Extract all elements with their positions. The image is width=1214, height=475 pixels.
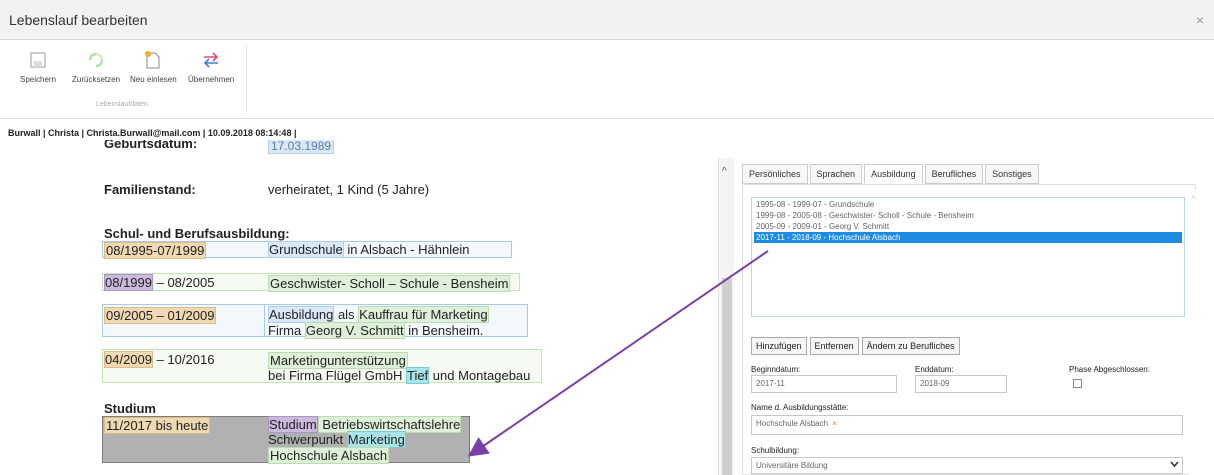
editor-scrollbar[interactable]: ^ [1189, 190, 1203, 475]
begin-date-label: Beginndatum: [751, 365, 801, 374]
entry-date: 04/2009 – 10/2016 [104, 351, 215, 368]
tab-professional[interactable]: Berufliches [924, 164, 984, 184]
phase-completed-label: Phase Abgeschlossen: [1069, 365, 1150, 374]
entry-location: in Alsbach - Hähnlein [343, 242, 470, 257]
apply-button[interactable]: Übernehmen [188, 49, 234, 84]
tab-other[interactable]: Sonstiges [985, 164, 1039, 184]
entry-line: Firma Georg V. Schmitt in Bensheim. [268, 322, 484, 339]
entry-keyword: Tief [405, 367, 430, 384]
schooling-select[interactable]: Universitäre Bildung [751, 457, 1183, 474]
entry-date-start: 04/2009 [104, 351, 153, 368]
study-focus-label: Schwerpunkt [268, 432, 347, 447]
entry-connector: als [334, 307, 359, 322]
scroll-up-icon[interactable]: ^ [1191, 194, 1195, 204]
save-button[interactable]: Speichern [20, 49, 56, 84]
birth-label: Geburtsdatum: [104, 140, 198, 151]
list-item[interactable]: 2005-09 - 2009-01 - Georg V. Schmitt [754, 221, 1182, 232]
schooling-value: Universitäre Bildung [756, 461, 828, 470]
close-icon[interactable]: × [1196, 12, 1204, 28]
ribbon-toolbar: Speichern Zurücksetzen Neu einlesen Über… [0, 41, 1214, 119]
remove-button[interactable]: Entfernen [809, 337, 859, 355]
reload-button-label: Neu einlesen [130, 75, 177, 84]
family-value: verheiratet, 1 Kind (5 Jahre) [268, 182, 430, 197]
title-bar: Lebenslauf bearbeiten × [0, 0, 1214, 40]
study-institution: Hochschule Alsbach [268, 447, 390, 464]
begin-date-field[interactable]: 2017-11 [751, 375, 897, 393]
save-button-label: Speichern [20, 75, 57, 84]
study-date: 11/2017 bis heute [104, 417, 211, 434]
window-title: Lebenslauf bearbeiten [9, 12, 148, 28]
tab-education[interactable]: Ausbildung [864, 164, 923, 184]
entry-text: Grundschule in Alsbach - Hähnlein [268, 241, 470, 258]
tab-bar: Persönliches Sprachen Ausbildung Berufli… [742, 164, 1039, 184]
family-label: Familienstand: [104, 182, 196, 197]
institution-value: Hochschule Alsbach [756, 419, 829, 428]
entry-school: Geschwister- Scholl – Schule - Bensheim [268, 275, 511, 292]
entry-profession: Kauffrau für Marketing [358, 306, 489, 323]
entry-date-end: – 08/2005 [153, 275, 215, 290]
entry-type: Ausbildung [268, 306, 335, 323]
list-item[interactable]: 1999-08 - 2005-08 - Geschwister- Scholl … [754, 210, 1182, 221]
entry-prefix: Firma [268, 323, 305, 338]
birth-value: 17.03.1989 [268, 140, 335, 154]
new-file-icon [143, 49, 163, 71]
education-list[interactable]: 1995-08 - 1999-07 - Grundschule 1999-08 … [751, 197, 1185, 317]
ribbon-group-label: Lebenslaufdaten [96, 101, 148, 108]
move-to-professional-button[interactable]: Ändern zu Berufliches [861, 337, 960, 355]
save-icon [28, 49, 48, 71]
entry-date: 08/1995-07/1999 [104, 242, 207, 259]
chevron-down-icon[interactable] [1170, 460, 1179, 470]
phase-completed-checkbox[interactable] [1073, 379, 1082, 388]
entry-location: in Bensheim. [404, 323, 484, 338]
transfer-icon [201, 49, 221, 71]
add-button[interactable]: Hinzufügen [751, 337, 807, 355]
entry-date: 08/1999 – 08/2005 [104, 274, 215, 291]
entry-date: 09/2005 – 01/2009 [104, 307, 217, 324]
scrollbar-thumb[interactable] [722, 278, 732, 475]
education-tab-content: 1995-08 - 1999-07 - Grundschule 1999-08 … [742, 184, 1196, 475]
entry-line: Ausbildung als Kauffrau für Marketing [268, 306, 489, 323]
list-item[interactable]: 1995-08 - 1999-07 - Grundschule [754, 199, 1182, 210]
education-button-row: Hinzufügen Entfernen Ändern zu Beruflich… [751, 337, 960, 355]
remove-tag-icon[interactable]: × [832, 419, 837, 428]
end-date-label: Enddatum: [915, 365, 954, 374]
entry-line: bei Firma Flügel GmbH Tief und Montageba… [268, 367, 531, 384]
study-line: Schwerpunkt Marketing [268, 431, 406, 448]
reset-button-label: Zurücksetzen [72, 75, 121, 84]
entry-company: Georg V. Schmitt [304, 322, 405, 339]
education-heading: Schul- und Berufsausbildung: [104, 226, 290, 241]
list-item-selected[interactable]: 2017-11 - 2018-09 - Hochschule Alsbach [754, 232, 1182, 243]
cv-editor-panel: Persönliches Sprachen Ausbildung Berufli… [734, 150, 1214, 475]
entry-company: bei Firma Flügel GmbH [268, 368, 406, 383]
entry-title: Marketingunterstützung [268, 352, 408, 369]
tab-languages[interactable]: Sprachen [809, 164, 863, 184]
cv-document-preview: Geburtsdatum: 17.03.1989 Familienstand: … [0, 140, 720, 475]
entry-suffix: und Montagebau [429, 368, 531, 383]
entry-date-start: 08/1999 [104, 274, 153, 291]
ribbon-separator [246, 45, 247, 113]
institution-field[interactable]: Hochschule Alsbach × [751, 415, 1183, 435]
scroll-up-icon[interactable]: ^ [722, 166, 727, 177]
candidate-info-line: Burwall | Christa | Christa.Burwall@mail… [8, 128, 297, 138]
preview-scrollbar[interactable]: ^ [718, 158, 734, 475]
study-type: Studium [268, 416, 318, 433]
study-line: Studium Betriebswirtschaftslehre [268, 416, 462, 433]
study-focus: Marketing [346, 431, 406, 448]
reload-button[interactable]: Neu einlesen [130, 49, 177, 84]
reset-button[interactable]: Zurücksetzen [72, 49, 120, 84]
tab-personal[interactable]: Persönliches [742, 164, 808, 184]
entry-date-end: – 10/2016 [153, 352, 215, 367]
entry-school: Grundschule [268, 241, 344, 258]
schooling-label: Schulbildung: [751, 446, 800, 455]
institution-label: Name d. Ausbildungsstätte: [751, 403, 849, 412]
reset-icon [86, 49, 106, 71]
study-heading: Studium [104, 401, 156, 416]
end-date-field[interactable]: 2018-09 [915, 375, 1007, 393]
apply-button-label: Übernehmen [188, 75, 235, 84]
